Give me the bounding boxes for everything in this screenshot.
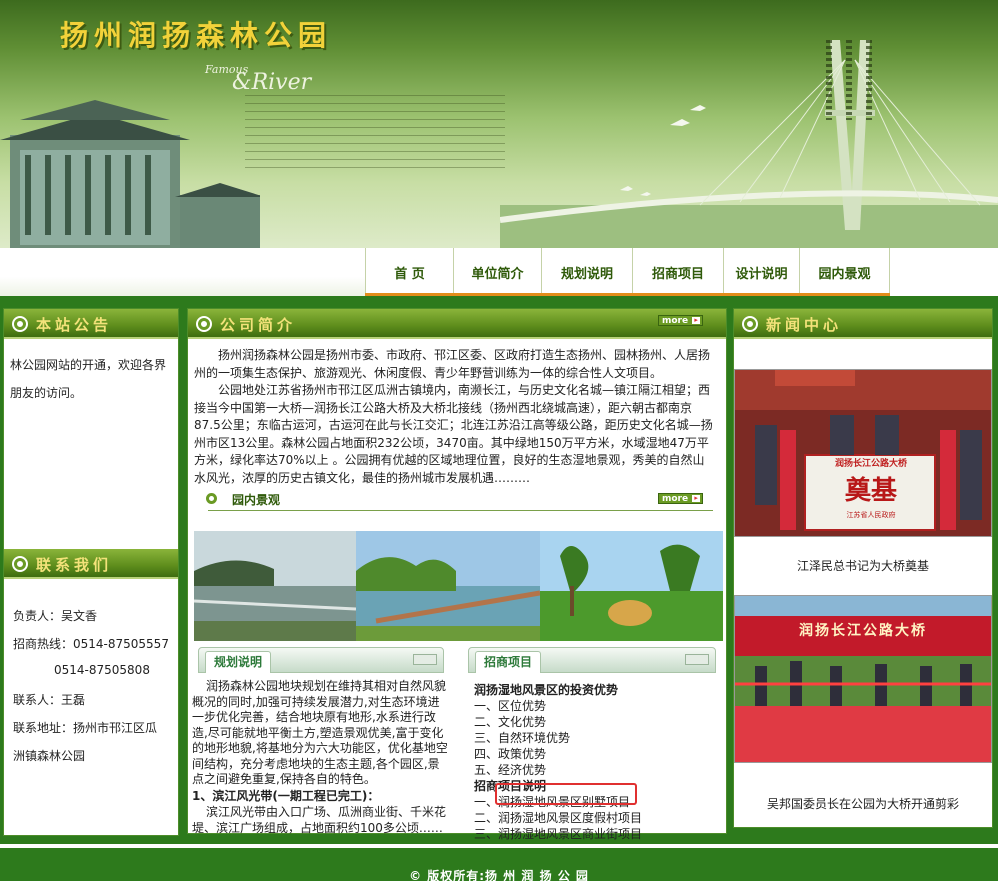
planning-tab[interactable]: 规划说明 — [205, 651, 272, 673]
news-title: 新闻中心 — [766, 316, 843, 334]
planning-paragraph: 润扬森林公园地块规划在维持其相对自然风貌概况的同时,加强可持续发展潜力,对生态环… — [192, 679, 448, 786]
arrow-icon: ▸ — [692, 317, 701, 324]
news-photo-sign-big: 奠基 — [844, 476, 897, 506]
news-photo-2[interactable]: 润扬长江公路大桥 — [734, 595, 992, 763]
contact-address-cont: 洲镇森林公园 — [13, 749, 86, 763]
bullet-icon — [14, 558, 26, 570]
bridge-illustration — [500, 40, 998, 250]
intro-paragraph-1: 扬州润扬森林公园是扬州市委、市政府、邗江区委、区政府打造生态扬州、园林扬州、人居… — [194, 348, 711, 380]
intro-title: 公司简介 — [220, 316, 297, 334]
nav-menu: 首 页 单位简介 规划说明 招商项目 设计说明 园内景观 — [365, 248, 890, 296]
news-sidebar: 新闻中心 润扬长江公路大桥 奠基 江苏省人民政府 江泽民总书记为大桥奠基 润扬长… — [733, 308, 993, 828]
main-navigation: 首 页 单位简介 规划说明 招商项目 设计说明 园内景观 — [0, 248, 998, 297]
invest-item[interactable]: 五、经济优势 — [474, 761, 546, 778]
intro-paragraph-2: 公园地处江苏省扬州市邗江区瓜洲古镇境内，南濒长江，与历史文化名城—镇江隔江相望；… — [194, 383, 713, 485]
scenery-title: 园内景观 — [232, 493, 281, 507]
project-item-commercial[interactable]: 三、润扬湿地风景区商业街项目 — [474, 825, 642, 842]
scenery-photo-3[interactable] — [540, 531, 723, 641]
main-content-area: 本站公告 林公园网站的开通，欢迎各界朋友的访问。 联系我们 负责人：吴文香 招商… — [0, 296, 998, 844]
scenery-subheader: 园内景观 — [206, 489, 706, 509]
planning-section-text: 滨江风光带由入口广场、瓜洲商业街、千米花堤、滨江广场组成，占地面积约100多公顷… — [192, 805, 447, 835]
copyright-text: © 版权所有:扬 州 润 扬 公 园 — [409, 869, 589, 881]
bullet-icon — [744, 318, 756, 330]
contact-person: 联系人：王磊 — [13, 693, 86, 707]
footer: © 版权所有:扬 州 润 扬 公 园 — [0, 848, 998, 881]
invest-item[interactable]: 二、文化优势 — [474, 713, 546, 730]
center-content: 公司简介 more ▸ 扬州润扬森林公园是扬州市委、市政府、邗江区委、区政府打造生… — [187, 308, 727, 841]
arrow-icon: ▸ — [692, 495, 701, 502]
planning-section-heading: 1、滨江风光带(一期工程已完工)： — [192, 789, 380, 803]
intro-header: 公司简介 more ▸ — [188, 309, 726, 339]
left-sidebar: 本站公告 林公园网站的开通，欢迎各界朋友的访问。 联系我们 负责人：吴文香 招商… — [3, 308, 179, 836]
banner-vertical-text — [826, 40, 832, 120]
notice-text: 林公园网站的开通，欢迎各界朋友的访问。 — [10, 358, 167, 400]
invest-item[interactable]: 一、区位优势 — [474, 697, 546, 714]
pagoda-building-illustration — [0, 100, 260, 255]
contact-person-in-charge: 负责人：吴文香 — [13, 609, 98, 623]
contact-hotline: 招商热线：0514-87505557 — [13, 637, 169, 651]
banner-vertical-text — [866, 40, 872, 120]
planning-more-icon[interactable] — [413, 654, 437, 665]
news-photo-1[interactable]: 润扬长江公路大桥 奠基 江苏省人民政府 — [734, 369, 992, 537]
news-caption-1[interactable]: 江泽民总书记为大桥奠基 — [734, 557, 992, 574]
contact-address: 联系地址：扬州市邗江区瓜 — [13, 721, 158, 735]
intro-more-button[interactable]: more ▸ — [658, 315, 704, 326]
scenery-photo-2[interactable] — [356, 531, 540, 641]
scenery-photo-1[interactable] — [194, 531, 356, 641]
nav-item-planning[interactable]: 规划说明 — [541, 248, 632, 296]
bullet-icon — [198, 318, 210, 330]
banner-text-block — [245, 95, 505, 170]
ring-bullet-icon — [206, 493, 217, 504]
banner-vertical-text — [846, 40, 852, 120]
banner-tagline-river: &River — [232, 70, 312, 95]
site-title: 扬州润扬森林公园 — [60, 19, 333, 52]
project-item-resort[interactable]: 二、润扬湿地风景区度假村项目 — [474, 809, 642, 826]
planning-tab-header: 规划说明 — [198, 647, 444, 673]
notice-title: 本站公告 — [36, 316, 113, 334]
nav-item-investment[interactable]: 招商项目 — [632, 248, 723, 296]
invest-item[interactable]: 三、自然环境优势 — [474, 729, 570, 746]
nav-item-home[interactable]: 首 页 — [365, 248, 453, 296]
invest-advantages-title: 润扬湿地风景区的投资优势 — [474, 683, 619, 697]
highlight-box — [495, 783, 637, 805]
invest-more-icon[interactable] — [685, 654, 709, 665]
nav-item-scenery[interactable]: 园内景观 — [799, 248, 890, 296]
nav-item-about[interactable]: 单位简介 — [453, 248, 541, 296]
nav-item-design[interactable]: 设计说明 — [723, 248, 799, 296]
news-photo-sign: 润扬长江公路大桥 — [834, 459, 907, 469]
scenery-more-button[interactable]: more ▸ — [658, 493, 704, 504]
bullet-icon — [14, 318, 26, 330]
contact-title: 联系我们 — [36, 556, 113, 574]
invest-tab[interactable]: 招商项目 — [475, 651, 542, 673]
news-header: 新闻中心 — [734, 309, 992, 339]
news-caption-2[interactable]: 吴邦国委员长在公园为大桥开通剪彩 — [734, 795, 992, 812]
contact-header: 联系我们 — [4, 549, 178, 579]
news-photo-banner: 润扬长江公路大桥 — [799, 623, 927, 639]
invest-tab-header: 招商项目 — [468, 647, 716, 673]
invest-item[interactable]: 四、政策优势 — [474, 745, 546, 762]
notice-header: 本站公告 — [4, 309, 178, 339]
news-photo-sign-small: 江苏省人民政府 — [846, 511, 896, 519]
site-banner: 扬州润扬森林公园 Famous &River — [0, 0, 998, 262]
contact-hotline-2: 0514-87505808 — [54, 663, 150, 677]
